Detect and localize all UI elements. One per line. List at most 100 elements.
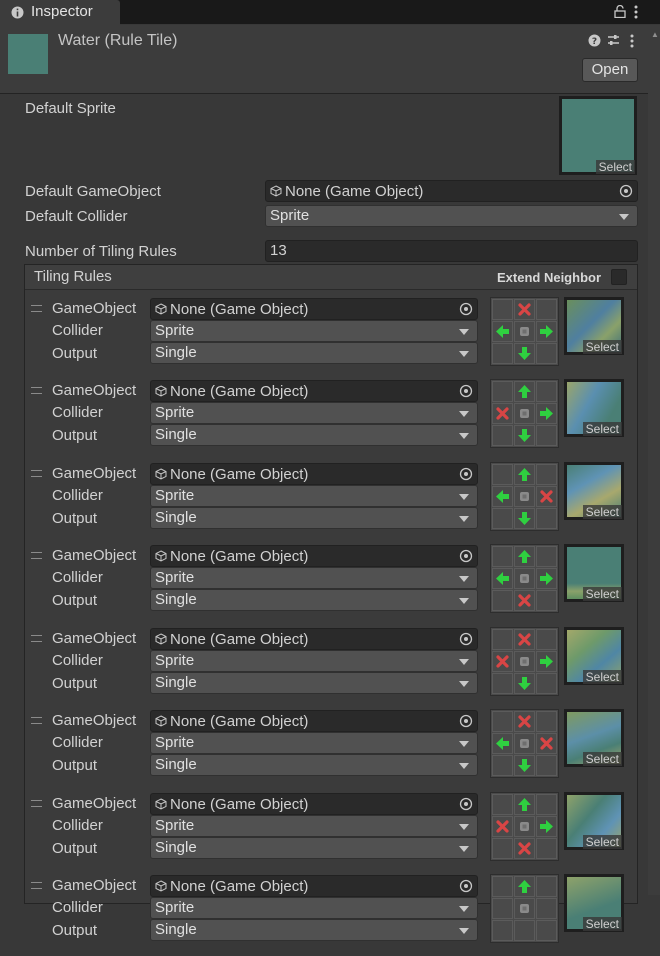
neighbor-cell[interactable] [514, 486, 535, 507]
rule-output-dropdown[interactable]: Single [150, 342, 478, 364]
neighbor-cell[interactable] [514, 568, 535, 589]
rule-collider-dropdown[interactable]: Sprite [150, 815, 478, 837]
neighbor-cell[interactable] [514, 321, 535, 342]
rule-gameobject-field[interactable]: None (Game Object) [150, 628, 478, 650]
rule-sprite-field[interactable]: Select [564, 379, 624, 437]
object-picker-icon[interactable] [459, 797, 473, 811]
neighbor-cell[interactable] [536, 794, 557, 815]
rule-output-dropdown[interactable]: Single [150, 424, 478, 446]
neighbor-cell[interactable] [514, 590, 535, 611]
neighbor-cell[interactable] [536, 673, 557, 694]
neighbor-cell[interactable] [492, 321, 513, 342]
rule-sprite-field[interactable]: Select [564, 544, 624, 602]
rule-gameobject-field[interactable]: None (Game Object) [150, 463, 478, 485]
scroll-up-arrow-icon[interactable]: ▲ [651, 30, 659, 39]
neighbor-cell[interactable] [536, 403, 557, 424]
rule-gameobject-field[interactable]: None (Game Object) [150, 875, 478, 897]
neighbor-cell[interactable] [492, 673, 513, 694]
neighbor-cell[interactable] [492, 486, 513, 507]
neighbor-cell[interactable] [536, 733, 557, 754]
neighbor-cell[interactable] [492, 381, 513, 402]
lock-icon[interactable] [614, 5, 626, 18]
neighbor-cell[interactable] [514, 733, 535, 754]
rule-gameobject-field[interactable]: None (Game Object) [150, 380, 478, 402]
kebab-menu-icon[interactable] [630, 34, 634, 48]
neighbor-grid[interactable] [490, 297, 559, 366]
rule-gameobject-field[interactable]: None (Game Object) [150, 793, 478, 815]
rule-collider-dropdown[interactable]: Sprite [150, 567, 478, 589]
neighbor-grid[interactable] [490, 792, 559, 861]
neighbor-cell[interactable] [492, 403, 513, 424]
neighbor-cell[interactable] [536, 838, 557, 859]
default-sprite-field[interactable]: Select [559, 96, 637, 175]
neighbor-cell[interactable] [536, 546, 557, 567]
neighbor-cell[interactable] [492, 755, 513, 776]
object-picker-icon[interactable] [459, 714, 473, 728]
rule-collider-dropdown[interactable]: Sprite [150, 650, 478, 672]
neighbor-cell[interactable] [536, 711, 557, 732]
neighbor-cell[interactable] [514, 838, 535, 859]
neighbor-cell[interactable] [514, 651, 535, 672]
neighbor-cell[interactable] [536, 876, 557, 897]
rule-collider-dropdown[interactable]: Sprite [150, 402, 478, 424]
scrollbar[interactable] [648, 25, 660, 895]
rule-output-dropdown[interactable]: Single [150, 589, 478, 611]
neighbor-cell[interactable] [492, 464, 513, 485]
neighbor-cell[interactable] [492, 733, 513, 754]
drag-handle-icon[interactable] [31, 882, 42, 889]
neighbor-cell[interactable] [514, 794, 535, 815]
neighbor-cell[interactable] [514, 816, 535, 837]
neighbor-cell[interactable] [536, 381, 557, 402]
neighbor-cell[interactable] [514, 673, 535, 694]
drag-handle-icon[interactable] [31, 305, 42, 312]
select-label[interactable]: Select [582, 752, 622, 766]
rule-gameobject-field[interactable]: None (Game Object) [150, 298, 478, 320]
rule-sprite-field[interactable]: Select [564, 462, 624, 520]
neighbor-cell[interactable] [514, 629, 535, 650]
neighbor-cell[interactable] [514, 711, 535, 732]
neighbor-cell[interactable] [536, 321, 557, 342]
rule-sprite-field[interactable]: Select [564, 709, 624, 767]
neighbor-cell[interactable] [514, 425, 535, 446]
neighbor-cell[interactable] [492, 816, 513, 837]
object-picker-icon[interactable] [459, 549, 473, 563]
rule-output-dropdown[interactable]: Single [150, 919, 478, 941]
neighbor-cell[interactable] [536, 898, 557, 919]
rule-output-dropdown[interactable]: Single [150, 672, 478, 694]
neighbor-cell[interactable] [514, 755, 535, 776]
neighbor-cell[interactable] [514, 876, 535, 897]
rule-sprite-field[interactable]: Select [564, 627, 624, 685]
tab-inspector[interactable]: Inspector [0, 0, 120, 25]
neighbor-cell[interactable] [536, 343, 557, 364]
neighbor-cell[interactable] [536, 920, 557, 941]
rule-output-dropdown[interactable]: Single [150, 837, 478, 859]
help-icon[interactable]: ? [588, 34, 601, 47]
object-picker-icon[interactable] [619, 184, 633, 198]
drag-handle-icon[interactable] [31, 800, 42, 807]
neighbor-cell[interactable] [514, 508, 535, 529]
neighbor-cell[interactable] [514, 403, 535, 424]
neighbor-cell[interactable] [536, 568, 557, 589]
neighbor-cell[interactable] [492, 590, 513, 611]
neighbor-cell[interactable] [536, 486, 557, 507]
neighbor-cell[interactable] [492, 299, 513, 320]
neighbor-cell[interactable] [492, 343, 513, 364]
neighbor-cell[interactable] [536, 590, 557, 611]
object-picker-icon[interactable] [459, 632, 473, 646]
neighbor-cell[interactable] [536, 464, 557, 485]
object-picker-icon[interactable] [459, 467, 473, 481]
neighbor-grid[interactable] [490, 709, 559, 778]
neighbor-cell[interactable] [492, 794, 513, 815]
select-label[interactable]: Select [582, 670, 622, 684]
neighbor-cell[interactable] [514, 464, 535, 485]
drag-handle-icon[interactable] [31, 717, 42, 724]
rule-collider-dropdown[interactable]: Sprite [150, 485, 478, 507]
rule-collider-dropdown[interactable]: Sprite [150, 732, 478, 754]
rule-sprite-field[interactable]: Select [564, 297, 624, 355]
neighbor-cell[interactable] [492, 920, 513, 941]
open-button[interactable]: Open [582, 58, 638, 82]
neighbor-cell[interactable] [536, 508, 557, 529]
object-picker-icon[interactable] [459, 879, 473, 893]
drag-handle-icon[interactable] [31, 470, 42, 477]
neighbor-cell[interactable] [492, 546, 513, 567]
